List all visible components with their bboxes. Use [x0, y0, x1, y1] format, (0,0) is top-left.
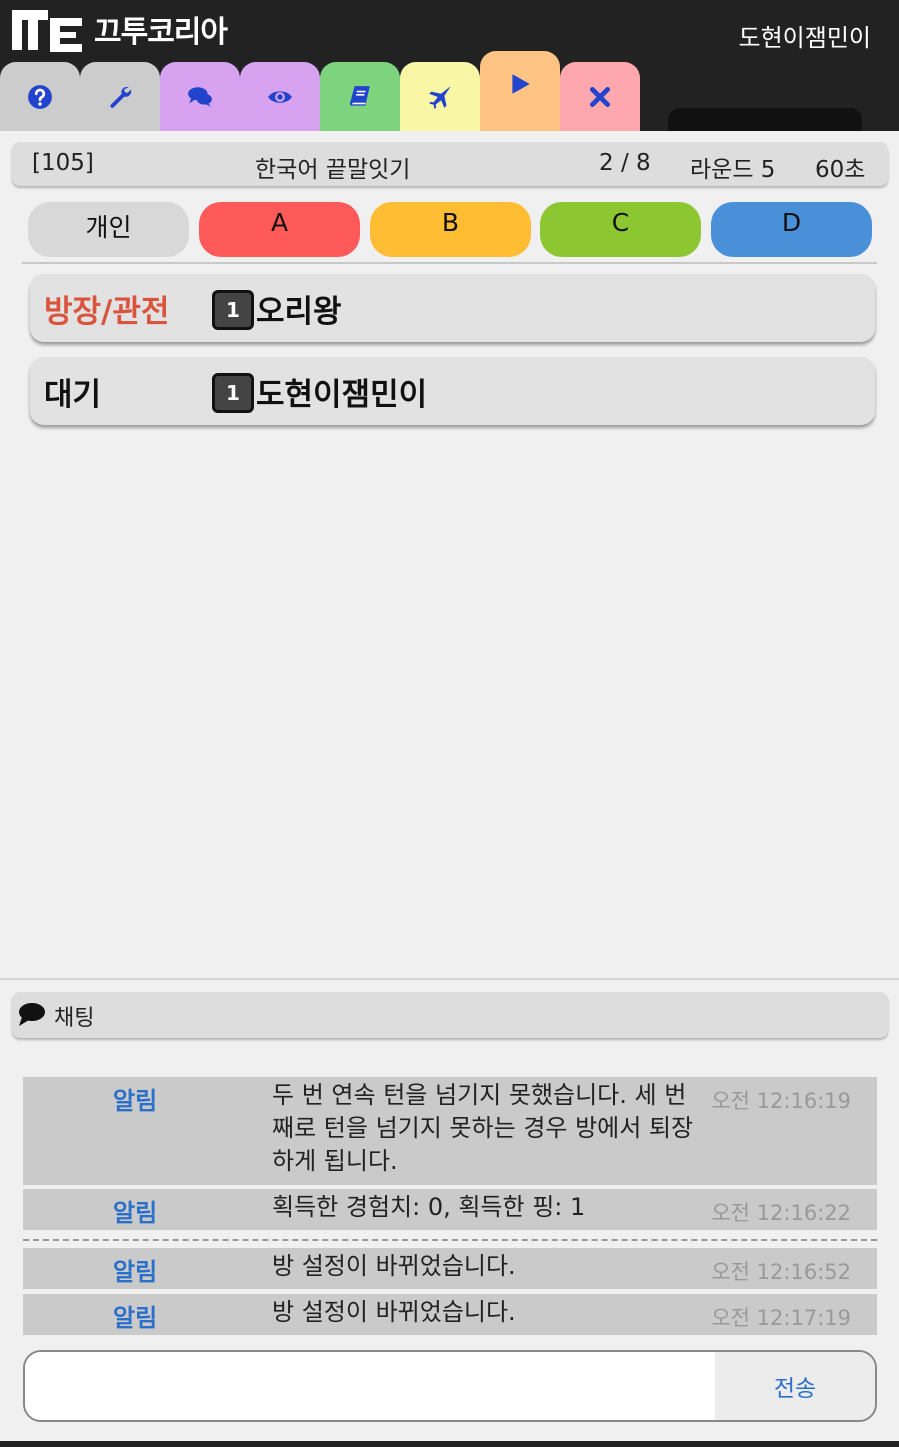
room-time: 60초 [815, 157, 866, 183]
team-button-b[interactable]: B [370, 202, 531, 257]
message-time: 오전 12:16:22 [711, 1201, 851, 1225]
team-button-c[interactable]: C [540, 202, 701, 257]
team-button-d[interactable]: D [711, 202, 872, 257]
close-icon [589, 86, 611, 107]
player-name[interactable]: 오리왕 [256, 286, 342, 331]
message-text: 두 번 연속 턴을 넘기지 못했습니다. 세 번째로 턴을 넘기지 못하는 경우… [272, 1081, 694, 1175]
play-icon [512, 74, 530, 94]
chat-icon [188, 86, 212, 107]
chat-input-area: 전송 [23, 1350, 877, 1422]
room-round: 라운드 5 [690, 157, 776, 183]
team-label: B [441, 208, 460, 237]
team-divider [22, 262, 877, 264]
chat-history-divider [23, 1239, 877, 1241]
tab-chat[interactable] [160, 62, 240, 131]
username: 도현이잼민이 [738, 24, 871, 52]
header-pill [668, 108, 862, 131]
chat-header: 채팅 [12, 992, 888, 1038]
book-icon [349, 85, 370, 106]
tab-dictionary[interactable] [320, 62, 400, 131]
message-sender[interactable]: 알림 [113, 1193, 157, 1228]
tab-settings[interactable] [80, 62, 160, 131]
chat-message: 알림 두 번 연속 턴을 넘기지 못했습니다. 세 번째로 턴을 넘기지 못하는… [23, 1077, 877, 1185]
team-label: D [781, 208, 802, 237]
chat-separator [0, 978, 899, 980]
message-sender[interactable]: 알림 [113, 1252, 157, 1287]
group-waiting: 대기 1 도현이잼민이 [30, 357, 875, 425]
player-name[interactable]: 도현이잼민이 [256, 369, 427, 414]
room-info-bar: [105] 한국어 끝말잇기 2 / 8 라운드 5 60초 [12, 142, 888, 186]
room-id: [105] [32, 150, 94, 176]
team-button-solo[interactable]: 개인 [28, 202, 189, 257]
group-host-spectator: 방장/관전 1 오리왕 [30, 274, 875, 342]
menu-tabs [0, 51, 640, 131]
team-button-a[interactable]: A [199, 202, 360, 257]
group-label: 방장/관전 [44, 294, 170, 330]
team-label: C [611, 208, 630, 237]
eye-icon [268, 90, 292, 103]
top-header: 끄투코리아 도현이잼민이 [0, 0, 899, 131]
plane-icon [429, 85, 451, 109]
tab-start-game[interactable] [480, 51, 560, 131]
level-badge: 1 [212, 290, 254, 330]
logo-mark-icon [12, 10, 82, 52]
chat-title: 채팅 [54, 1006, 95, 1031]
help-icon [28, 84, 52, 109]
message-text: 방 설정이 바뀌었습니다. [272, 1298, 516, 1326]
message-sender[interactable]: 알림 [113, 1081, 157, 1116]
chat-input[interactable] [25, 1352, 715, 1420]
group-label: 대기 [44, 377, 102, 413]
tab-exit[interactable] [560, 62, 640, 131]
level-badge: 1 [212, 373, 254, 413]
tab-spectate[interactable] [240, 62, 320, 131]
chat-message: 알림 방 설정이 바뀌었습니다. 오전 12:16:52 [23, 1248, 877, 1289]
message-text: 획득한 경험치: 0, 획득한 핑: 1 [272, 1193, 586, 1221]
message-time: 오전 12:17:19 [711, 1306, 851, 1330]
chat-message: 알림 방 설정이 바뀌었습니다. 오전 12:17:19 [23, 1294, 877, 1335]
chat-message: 알림 획득한 경험치: 0, 획득한 핑: 1 오전 12:16:22 [23, 1189, 877, 1230]
team-label: 개인 [85, 213, 132, 242]
logo[interactable]: 끄투코리아 [10, 6, 228, 52]
message-time: 오전 12:16:19 [711, 1089, 851, 1113]
team-label: A [270, 208, 289, 237]
tab-travel[interactable] [400, 62, 480, 131]
wrench-icon [110, 86, 132, 108]
tab-help[interactable] [0, 62, 80, 131]
send-button[interactable]: 전송 [715, 1352, 875, 1420]
message-sender[interactable]: 알림 [113, 1298, 157, 1333]
message-time: 오전 12:16:52 [711, 1260, 851, 1284]
room-mode: 한국어 끝말잇기 [255, 157, 411, 183]
bottom-bar [0, 1441, 899, 1447]
room-players: 2 / 8 [599, 150, 651, 176]
logo-text: 끄투코리아 [94, 15, 228, 50]
speech-bubble-icon [19, 1003, 45, 1026]
message-text: 방 설정이 바뀌었습니다. [272, 1252, 516, 1280]
